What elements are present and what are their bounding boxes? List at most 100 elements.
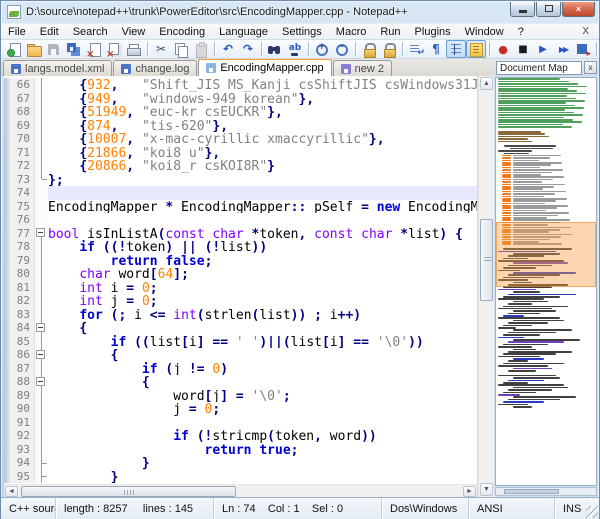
line-number[interactable]: 87 xyxy=(10,362,35,376)
menu-item-?[interactable]: ? xyxy=(511,25,531,39)
code-line-74[interactable]: 74 xyxy=(4,186,477,200)
show-indent-guide-button[interactable] xyxy=(446,40,466,58)
document-map-scrollbar[interactable] xyxy=(495,487,597,496)
code-area[interactable]: 66 {932, "Shift_JIS MS_Kanji csShiftJIS … xyxy=(4,76,477,484)
fold-margin[interactable] xyxy=(35,470,48,484)
document-map-content[interactable] xyxy=(495,77,597,486)
code-line-72[interactable]: 72 {20866, "koi8_r csKOI8R"} xyxy=(4,159,477,173)
fold-margin[interactable] xyxy=(35,456,48,470)
close-button[interactable]: × xyxy=(562,2,595,17)
tab-encodingmapper.cpp[interactable]: EncodingMapper.cpp xyxy=(198,59,331,76)
code-line-66[interactable]: 66 {932, "Shift_JIS MS_Kanji csShiftJIS … xyxy=(4,78,477,92)
line-number[interactable]: 94 xyxy=(10,456,35,470)
fold-margin[interactable] xyxy=(35,281,48,295)
fold-margin[interactable] xyxy=(35,267,48,281)
code-line-71[interactable]: 71 {21866, "koi8_u"}, xyxy=(4,146,477,160)
line-number[interactable]: 70 xyxy=(10,132,35,146)
cut-button[interactable] xyxy=(151,40,171,58)
line-number[interactable]: 73 xyxy=(10,173,35,187)
code-line-73[interactable]: 73}; xyxy=(4,173,477,187)
line-number[interactable]: 88 xyxy=(10,375,35,389)
line-number[interactable]: 71 xyxy=(10,146,35,160)
fold-margin[interactable] xyxy=(35,375,48,389)
show-all-characters-button[interactable] xyxy=(426,40,446,58)
fold-margin[interactable] xyxy=(35,348,48,362)
fold-margin[interactable] xyxy=(35,429,48,443)
fold-margin[interactable] xyxy=(35,78,48,92)
line-number[interactable]: 76 xyxy=(10,213,35,227)
fold-margin[interactable] xyxy=(35,308,48,322)
fold-margin[interactable] xyxy=(35,294,48,308)
fold-margin[interactable] xyxy=(35,240,48,254)
fold-margin[interactable] xyxy=(35,146,48,160)
close-button[interactable] xyxy=(84,40,104,58)
undo-button[interactable] xyxy=(218,40,238,58)
fold-margin[interactable] xyxy=(35,402,48,416)
code-line-82[interactable]: 82 int j = 0; xyxy=(4,294,477,308)
horizontal-scrollbar-thumb[interactable] xyxy=(21,486,236,497)
menu-close-icon[interactable]: X xyxy=(578,26,593,37)
line-number[interactable]: 93 xyxy=(10,443,35,457)
fold-margin[interactable] xyxy=(35,200,48,214)
code-line-69[interactable]: 69 {874, "tis-620"}, xyxy=(4,119,477,133)
code-line-90[interactable]: 90 j = 0; xyxy=(4,402,477,416)
zoom-in-button[interactable] xyxy=(312,40,332,58)
menu-item-file[interactable]: File xyxy=(1,25,33,39)
fold-margin[interactable] xyxy=(35,227,48,241)
menu-item-edit[interactable]: Edit xyxy=(33,25,66,39)
redo-button[interactable] xyxy=(238,40,258,58)
scroll-down-button[interactable]: ▼ xyxy=(480,483,493,496)
code-line-78[interactable]: 78 if ((!token) || (!list)) xyxy=(4,240,477,254)
line-number[interactable]: 75 xyxy=(10,200,35,214)
line-number[interactable]: 91 xyxy=(10,416,35,430)
copy-button[interactable] xyxy=(171,40,191,58)
code-line-80[interactable]: 80 char word[64]; xyxy=(4,267,477,281)
fold-margin[interactable] xyxy=(35,119,48,133)
code-line-84[interactable]: 84 { xyxy=(4,321,477,335)
code-line-70[interactable]: 70 {10007, "x-mac-cyrillic xmaccyrillic"… xyxy=(4,132,477,146)
line-number[interactable]: 74 xyxy=(10,186,35,200)
menu-item-language[interactable]: Language xyxy=(212,25,275,39)
line-number[interactable]: 78 xyxy=(10,240,35,254)
line-number[interactable]: 77 xyxy=(10,227,35,241)
line-number[interactable]: 90 xyxy=(10,402,35,416)
sync-vertical-scroll-button[interactable] xyxy=(359,40,379,58)
line-number[interactable]: 79 xyxy=(10,254,35,268)
fold-margin[interactable] xyxy=(35,105,48,119)
close-all-button[interactable] xyxy=(104,40,124,58)
code-line-89[interactable]: 89 word[j] = '\0'; xyxy=(4,389,477,403)
fold-margin[interactable] xyxy=(35,254,48,268)
save-recorded-macro-button[interactable] xyxy=(573,40,593,58)
code-line-76[interactable]: 76 xyxy=(4,213,477,227)
menu-item-run[interactable]: Run xyxy=(373,25,407,39)
code-line-87[interactable]: 87 if (j != 0) xyxy=(4,362,477,376)
code-line-75[interactable]: 75EncodingMapper * EncodingMapper::_pSel… xyxy=(4,200,477,214)
menu-item-macro[interactable]: Macro xyxy=(329,25,374,39)
code-line-95[interactable]: 95 } xyxy=(4,470,477,484)
line-number[interactable]: 72 xyxy=(10,159,35,173)
fold-margin[interactable] xyxy=(35,362,48,376)
tab-new-2[interactable]: new 2 xyxy=(333,60,392,76)
line-number[interactable]: 68 xyxy=(10,105,35,119)
line-number[interactable]: 80 xyxy=(10,267,35,281)
run-macro-multiple-times-button[interactable] xyxy=(553,40,573,58)
scroll-left-button[interactable]: ◄ xyxy=(5,486,18,497)
scroll-up-button[interactable]: ▲ xyxy=(480,77,493,90)
menu-item-view[interactable]: View xyxy=(115,25,153,39)
zoom-out-button[interactable] xyxy=(332,40,352,58)
line-number[interactable]: 82 xyxy=(10,294,35,308)
line-number[interactable]: 86 xyxy=(10,348,35,362)
resize-grip[interactable] xyxy=(586,506,598,518)
document-map-viewport[interactable] xyxy=(496,222,596,287)
line-number[interactable]: 85 xyxy=(10,335,35,349)
code-line-93[interactable]: 93 return true; xyxy=(4,443,477,457)
line-number[interactable]: 81 xyxy=(10,281,35,295)
playback-macro-button[interactable] xyxy=(533,40,553,58)
code-line-85[interactable]: 85 if ((list[i] == ' ')||(list[i] == '\0… xyxy=(4,335,477,349)
line-number[interactable]: 89 xyxy=(10,389,35,403)
menu-item-settings[interactable]: Settings xyxy=(275,25,329,39)
line-number[interactable]: 83 xyxy=(10,308,35,322)
scroll-right-button[interactable]: ► xyxy=(463,486,476,497)
fold-margin[interactable] xyxy=(35,213,48,227)
line-number[interactable]: 69 xyxy=(10,119,35,133)
